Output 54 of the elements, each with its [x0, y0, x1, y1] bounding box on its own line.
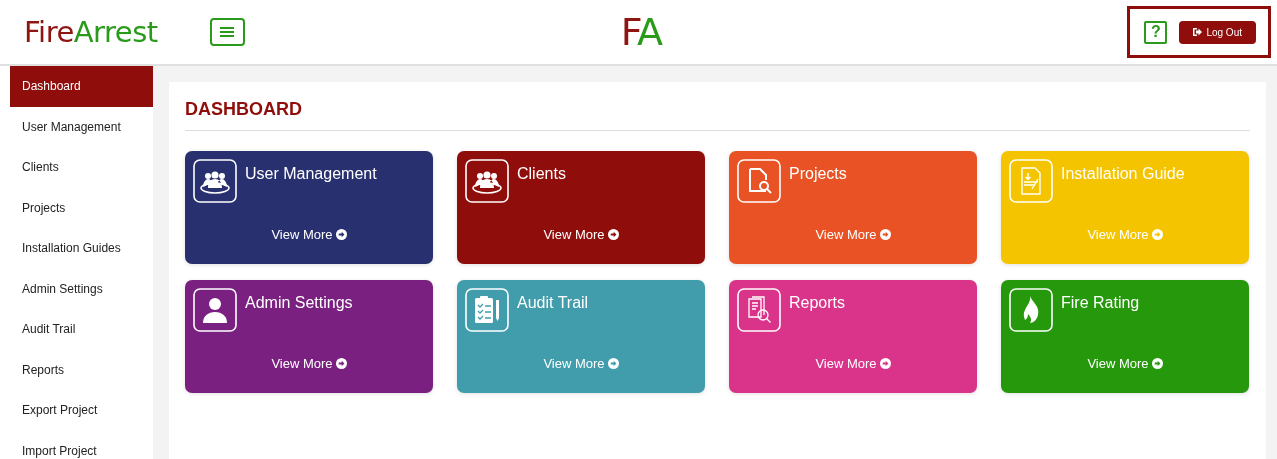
dashboard-card[interactable]: Clients View More: [457, 151, 705, 264]
logout-icon: [1193, 28, 1203, 36]
card-title: Reports: [789, 294, 846, 312]
card-title: Clients: [517, 165, 566, 183]
sidebar-item[interactable]: Import Project: [10, 430, 153, 459]
dashboard-card[interactable]: Admin Settings View More: [185, 280, 433, 393]
dashboard-card[interactable]: User Management View More: [185, 151, 433, 264]
dashboard-card[interactable]: Fire Rating View More: [1001, 280, 1249, 393]
card-title: Admin Settings: [245, 294, 353, 312]
users-icon: [465, 159, 509, 203]
menu-button[interactable]: [209, 18, 245, 46]
view-more-link[interactable]: View More: [815, 356, 891, 371]
dashboard-card[interactable]: Projects View More: [729, 151, 977, 264]
arrow-circle-icon: [1151, 229, 1163, 240]
arrow-circle-icon: [607, 358, 619, 369]
dashboard-card[interactable]: Reports View More: [729, 280, 977, 393]
sidebar-item[interactable]: Reports: [10, 349, 153, 390]
view-more-link[interactable]: View More: [1087, 356, 1163, 371]
person-icon: [193, 288, 237, 332]
page-title: DASHBOARD: [185, 82, 1250, 131]
menu-icon: [219, 26, 236, 38]
card-title: User Management: [245, 165, 377, 183]
card-title: Fire Rating: [1061, 294, 1140, 312]
sidebar-item[interactable]: Export Project: [10, 390, 153, 431]
card-title: Installation Guide: [1061, 165, 1185, 183]
clipboard-checklist-icon: [465, 288, 509, 332]
sidebar-item[interactable]: User Management: [10, 106, 153, 147]
arrow-circle-icon: [879, 358, 891, 369]
users-icon: [193, 159, 237, 203]
help-button[interactable]: ?: [1144, 20, 1168, 44]
card-title: Audit Trail: [517, 294, 589, 312]
sidebar-item[interactable]: Admin Settings: [10, 268, 153, 309]
arrow-circle-icon: [607, 229, 619, 240]
brand-mark: FA: [620, 10, 661, 54]
sidebar-item[interactable]: Dashboard: [10, 66, 153, 107]
document-wrench-icon: [1009, 159, 1053, 203]
sidebar-item[interactable]: Installation Guides: [10, 228, 153, 269]
file-search-icon: [737, 159, 781, 203]
arrow-circle-icon: [335, 358, 347, 369]
arrow-circle-icon: [1151, 358, 1163, 369]
view-more-link[interactable]: View More: [543, 227, 619, 242]
logout-button[interactable]: Log Out: [1179, 20, 1256, 44]
logo: FireArrest: [24, 15, 158, 49]
view-more-link[interactable]: View More: [271, 356, 347, 371]
report-search-icon: [737, 288, 781, 332]
sidebar-item[interactable]: Projects: [10, 187, 153, 228]
card-title: Projects: [789, 165, 847, 183]
view-more-link[interactable]: View More: [815, 227, 891, 242]
flame-icon: [1009, 288, 1053, 332]
arrow-circle-icon: [879, 229, 891, 240]
sidebar-item[interactable]: Audit Trail: [10, 309, 153, 350]
view-more-link[interactable]: View More: [271, 227, 347, 242]
arrow-circle-icon: [335, 229, 347, 240]
sidebar-item[interactable]: Clients: [10, 147, 153, 188]
